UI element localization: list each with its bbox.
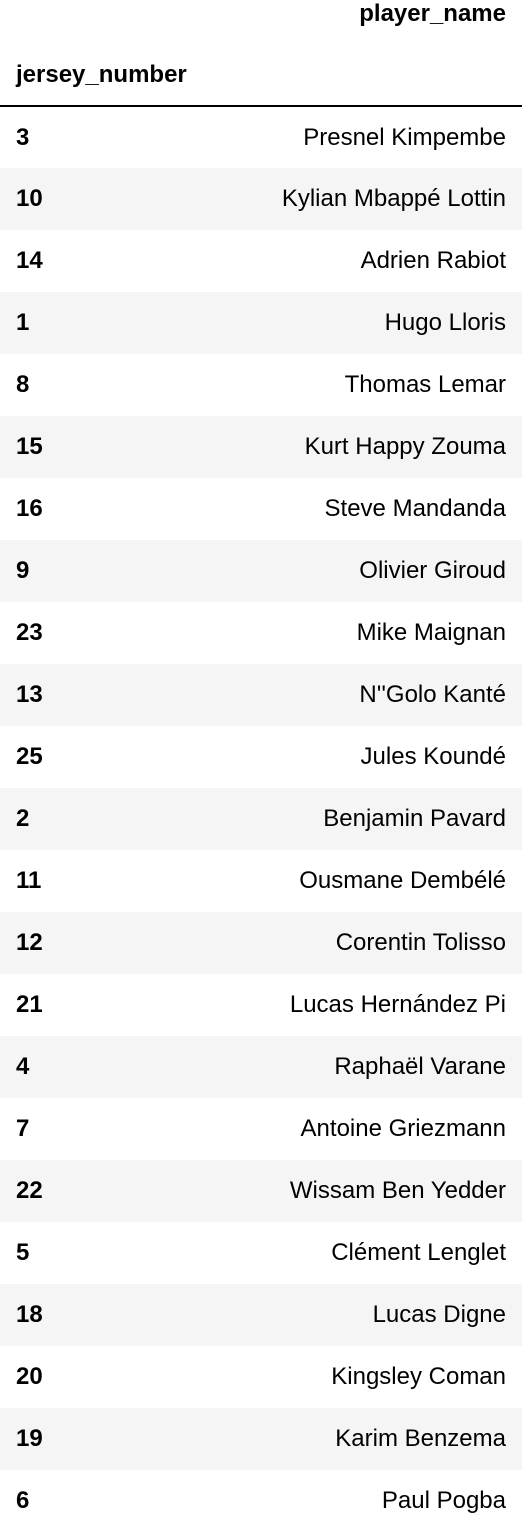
player-name-cell: Corentin Tolisso [261,912,522,974]
table-row: 8 Thomas Lemar [0,354,522,416]
jersey-number-cell: 21 [16,991,43,1018]
player-name-cell: Hugo Lloris [261,292,522,354]
player-name-cell: Steve Mandanda [324,495,506,522]
player-name-cell: Benjamin Pavard [261,788,522,850]
jersey-number-cell: 4 [0,1036,261,1098]
index-header-jersey-number: jersey_number [0,44,261,107]
player-name-cell: Ousmane Dembélé [299,867,506,894]
table-row: 1 Hugo Lloris [0,292,522,354]
jersey-number-cell: 2 [0,788,261,850]
dataframe-table: player_name jersey_number 3 Presnel Kimpe… [0,0,522,1532]
table-row: 20 Kingsley Coman [0,1346,522,1408]
table-row: 6 Paul Pogba [0,1470,522,1532]
player-name-cell: Clément Lenglet [331,1239,506,1266]
jersey-number-cell: 19 [0,1408,261,1470]
jersey-number-cell: 3 [16,123,30,151]
jersey-number-cell: 5 [16,1239,30,1266]
jersey-number-cell: 9 [0,540,261,602]
table-row: 25 Jules Koundé [0,726,522,788]
player-name-cell: Paul Pogba [381,1487,506,1514]
player-name-cell: Jules Koundé [360,743,506,770]
player-name-cell: N''Golo Kanté [261,664,522,726]
table-row: 4 Raphaël Varane [0,1036,522,1098]
player-name-cell: Lucas Hernández Pi [289,991,506,1018]
jersey-number-cell: 22 [0,1160,261,1222]
jersey-number-cell: 6 [16,1487,30,1514]
table-row: 14 Adrien Rabiot [0,230,522,292]
jersey-number-cell: 11 [16,867,42,894]
jersey-number-cell: 18 [0,1284,261,1346]
column-header-player-name: player_name [359,0,506,27]
jersey-number-cell: 25 [16,743,43,770]
table-row: 5 Clément Lenglet [0,1222,522,1284]
player-name-cell: Mike Maignan [356,619,506,646]
jersey-number-cell: 23 [16,619,43,646]
player-name-cell: Kurt Happy Zouma [261,416,522,478]
player-name-cell: Kingsley Coman [331,1363,506,1390]
player-name-cell: Karim Benzema [261,1408,522,1470]
player-name-cell: Adrien Rabiot [360,247,506,274]
header-blank-cell [0,0,261,44]
table-header: player_name jersey_number [0,0,522,107]
player-name-cell: Antoine Griezmann [300,1115,506,1142]
player-name-cell: Lucas Digne [261,1284,522,1346]
jersey-number-cell: 12 [0,912,261,974]
table-row: 3 Presnel Kimpembe [0,106,522,168]
table-body: 3 Presnel Kimpembe 10 Kylian Mbappé Lottin 1… [0,106,522,1532]
jersey-number-cell: 8 [16,371,30,398]
player-name-cell: Raphaël Varane [261,1036,522,1098]
player-name-cell: Thomas Lemar [344,371,506,398]
table-row: 10 Kylian Mbappé Lottin [0,168,522,230]
jersey-number-cell: 1 [0,292,261,354]
table-row: 16 Steve Mandanda [0,478,522,540]
jersey-number-cell: 20 [16,1363,43,1390]
table-row: 22 Wissam Ben Yedder [0,1160,522,1222]
jersey-number-cell: 10 [0,168,261,230]
table-row: 18 Lucas Digne [0,1284,522,1346]
player-name-cell: Wissam Ben Yedder [261,1160,522,1222]
jersey-number-cell: 16 [16,495,43,522]
jersey-number-cell: 7 [16,1115,30,1142]
player-name-cell: Presnel Kimpembe [303,123,506,151]
column-header-row: player_name [0,0,522,44]
table-row: 23 Mike Maignan [0,602,522,664]
table-row: 19 Karim Benzema [0,1408,522,1470]
player-name-cell: Kylian Mbappé Lottin [261,168,522,230]
table-row: 9 Olivier Giroud [0,540,522,602]
table-row: 13 N''Golo Kanté [0,664,522,726]
table-row: 2 Benjamin Pavard [0,788,522,850]
table-row: 12 Corentin Tolisso [0,912,522,974]
table-row: 11 Ousmane Dembélé [0,850,522,912]
table-row: 21 Lucas Hernández Pi [0,974,522,1036]
jersey-number-cell: 15 [0,416,261,478]
table-row: 15 Kurt Happy Zouma [0,416,522,478]
table-row: 7 Antoine Griezmann [0,1098,522,1160]
player-name-cell: Olivier Giroud [261,540,522,602]
index-header-blank-cell [261,44,522,107]
index-header-row: jersey_number [0,44,522,107]
jersey-number-cell: 14 [16,247,43,274]
jersey-number-cell: 13 [0,664,261,726]
